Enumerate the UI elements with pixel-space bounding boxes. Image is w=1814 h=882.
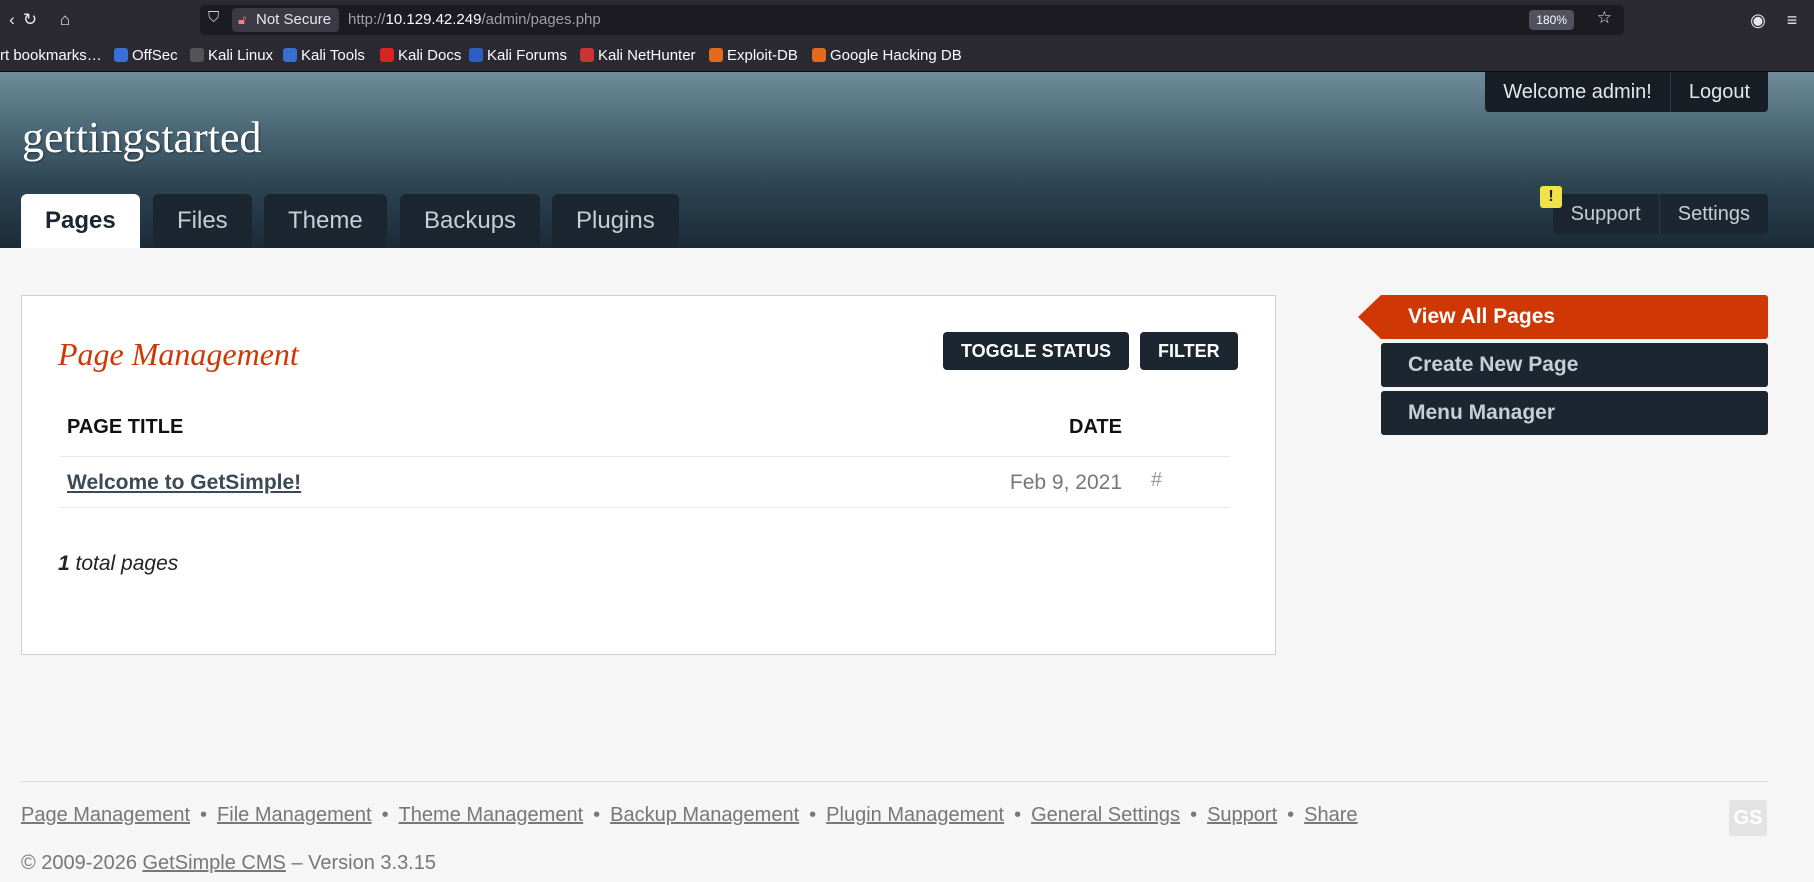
- total-count: 1: [58, 552, 70, 575]
- footer-separator: •: [1190, 804, 1198, 826]
- footer-separator: •: [1287, 804, 1295, 826]
- footer-separator: •: [200, 804, 208, 826]
- welcome-user[interactable]: Welcome admin!: [1485, 72, 1671, 112]
- page-title: Page Management: [58, 336, 299, 372]
- offsec-icon: [114, 48, 128, 62]
- view-page-link[interactable]: #: [1151, 469, 1162, 492]
- url-path: /admin/pages.php: [481, 11, 601, 28]
- url-host: 10.129.42.249: [385, 11, 482, 28]
- browser-toolbar: ‹ ↻ ⌂ ⛉ 🔓︎ Not Secure http://10.129.42.2…: [0, 0, 1814, 40]
- bookmark-item[interactable]: Kali Docs: [380, 46, 461, 66]
- bookmark-item[interactable]: OffSec: [114, 46, 178, 66]
- bookmark-item[interactable]: Kali Linux: [190, 46, 273, 66]
- sidebar-item-create-new-page[interactable]: Create New Page: [1381, 343, 1768, 387]
- bookmark-item[interactable]: Kali Forums: [469, 46, 567, 66]
- kali-forums-icon: [469, 48, 483, 62]
- zoom-indicator[interactable]: 180%: [1529, 10, 1574, 30]
- bookmark-item[interactable]: Kali Tools: [283, 46, 365, 66]
- bookmarks-bar: rt bookmarks… OffSec Kali Linux Kali Too…: [0, 40, 1814, 72]
- logout-button[interactable]: Logout: [1670, 72, 1768, 112]
- lock-icon: 🔓︎: [238, 12, 247, 27]
- tab-pages[interactable]: Pages: [21, 194, 140, 248]
- total-label: total pages: [75, 552, 179, 575]
- menu-icon[interactable]: ≡: [1780, 8, 1804, 32]
- site-name[interactable]: gettingstarted: [22, 112, 262, 163]
- sidebar-item-menu-manager[interactable]: Menu Manager: [1381, 391, 1768, 435]
- tab-theme[interactable]: Theme: [264, 194, 387, 248]
- google-hacking-db-icon: [812, 48, 826, 62]
- page-link[interactable]: Welcome to GetSimple!: [67, 471, 301, 495]
- toggle-status-button[interactable]: TOGGLE STATUS: [943, 332, 1130, 370]
- footer-link-plugin-management[interactable]: Plugin Management: [826, 804, 1004, 826]
- shield-icon[interactable]: ⛉: [208, 9, 219, 26]
- page-management-panel: Page Management TOGGLE STATUS FILTER PAG…: [21, 295, 1276, 655]
- exploit-db-icon: [709, 48, 723, 62]
- footer-separator: •: [809, 804, 817, 826]
- footer-link-file-management[interactable]: File Management: [217, 804, 372, 826]
- url-text[interactable]: http://10.129.42.249/admin/pages.php: [348, 5, 601, 35]
- alert-icon[interactable]: !: [1540, 186, 1562, 208]
- bookmark-item[interactable]: rt bookmarks…: [0, 46, 102, 66]
- kali-docs-icon: [380, 48, 394, 62]
- kali-tools-icon: [283, 48, 297, 62]
- bookmark-star-icon[interactable]: ☆: [1597, 8, 1612, 28]
- bookmark-item[interactable]: Exploit-DB: [709, 46, 798, 66]
- table-row: Welcome to GetSimple! Feb 9, 2021 #: [60, 456, 1230, 508]
- footer-links: Page Management • File Management • Theme Ma…: [21, 804, 1358, 827]
- page-date: Feb 9, 2021: [1009, 471, 1122, 494]
- security-label: Not Secure: [256, 11, 332, 28]
- sidebar-item-view-all-pages[interactable]: View All Pages: [1358, 295, 1768, 339]
- tab-files[interactable]: Files: [153, 194, 252, 248]
- column-header-date: DATE: [1069, 416, 1122, 438]
- copyright: © 2009-2026 GetSimple CMS – Version 3.3.…: [21, 852, 436, 875]
- right-nav: Support Settings: [1552, 194, 1768, 234]
- footer-link-theme-management[interactable]: Theme Management: [399, 804, 584, 826]
- home-icon[interactable]: ⌂: [53, 8, 77, 32]
- footer-link-page-management[interactable]: Page Management: [21, 804, 190, 826]
- kali-nethunter-icon: [580, 48, 594, 62]
- tab-backups[interactable]: Backups: [400, 194, 541, 248]
- copyright-years: © 2009-2026: [21, 852, 137, 874]
- column-header-title: PAGE TITLE: [67, 416, 184, 438]
- footer-separator: •: [381, 804, 389, 826]
- filter-button[interactable]: FILTER: [1140, 332, 1238, 370]
- footer-separator: •: [593, 804, 601, 826]
- bookmark-item[interactable]: Google Hacking DB: [812, 46, 962, 66]
- user-bar: Welcome admin! Logout: [1485, 72, 1768, 112]
- settings-button[interactable]: Settings: [1659, 194, 1768, 234]
- support-button[interactable]: Support: [1552, 194, 1660, 234]
- footer-link-share[interactable]: Share: [1304, 804, 1357, 826]
- url-prefix: http://: [348, 11, 386, 28]
- footer-link-backup-management[interactable]: Backup Management: [610, 804, 799, 826]
- version-text: – Version 3.3.15: [291, 852, 436, 874]
- reload-icon[interactable]: ↻: [18, 8, 42, 32]
- url-bar[interactable]: ⛉ 🔓︎ Not Secure http://10.129.42.249/adm…: [200, 5, 1624, 35]
- getsimple-logo[interactable]: GS: [1729, 800, 1767, 836]
- bookmark-item[interactable]: Kali NetHunter: [580, 46, 696, 66]
- footer-link-support[interactable]: Support: [1207, 804, 1277, 826]
- footer-divider: [21, 781, 1768, 782]
- footer-link-general-settings[interactable]: General Settings: [1031, 804, 1180, 826]
- security-indicator[interactable]: 🔓︎ Not Secure: [232, 8, 340, 32]
- getsimple-cms-link[interactable]: GetSimple CMS: [143, 852, 286, 874]
- account-icon[interactable]: ◉: [1746, 8, 1770, 32]
- total-pages: 1 total pages: [58, 552, 178, 576]
- footer-separator: •: [1014, 804, 1022, 826]
- admin-header: gettingstarted Welcome admin! Logout Pag…: [0, 72, 1814, 248]
- tab-plugins[interactable]: Plugins: [552, 194, 679, 248]
- kali-icon: [190, 48, 204, 62]
